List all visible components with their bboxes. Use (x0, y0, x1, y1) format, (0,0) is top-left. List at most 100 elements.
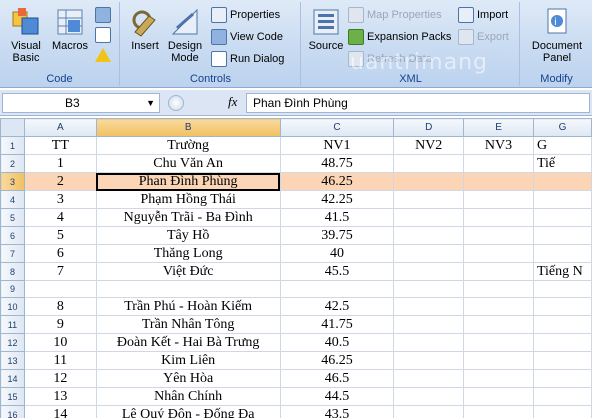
cell-c3[interactable]: 46.25 (279, 172, 395, 191)
cell-c8[interactable]: 45.5 (279, 262, 395, 281)
cell-g14[interactable] (532, 369, 592, 388)
cell-a15[interactable]: 13 (23, 387, 97, 406)
relative-references-button[interactable] (95, 26, 114, 44)
cell-g1[interactable]: G (532, 136, 592, 155)
row-header[interactable]: 4 (0, 190, 25, 209)
expand-icon[interactable] (168, 95, 184, 111)
cell-b15[interactable]: Nhân Chính (95, 387, 281, 406)
column-header-d[interactable]: D (393, 118, 465, 137)
cell-d9[interactable] (393, 280, 465, 298)
cell-e10[interactable] (463, 297, 534, 316)
cell-a14[interactable]: 12 (23, 369, 97, 388)
cell-b10[interactable]: Trần Phú - Hoàn Kiếm (95, 297, 281, 316)
cell-d16[interactable] (393, 405, 465, 418)
cell-d15[interactable] (393, 387, 465, 406)
cell-e1[interactable]: NV3 (463, 136, 534, 155)
view-code-button[interactable]: View Code (211, 28, 283, 46)
cell-b11[interactable]: Trần Nhân Tông (95, 315, 281, 334)
column-header-e[interactable]: E (463, 118, 534, 137)
cell-d12[interactable] (393, 333, 465, 352)
cell-d4[interactable] (393, 190, 465, 209)
cell-a16[interactable]: 14 (23, 405, 97, 418)
insert-function-button[interactable]: fx (228, 94, 237, 110)
column-header-a[interactable]: A (23, 118, 97, 137)
cell-c12[interactable]: 40.5 (279, 333, 395, 352)
macros-button[interactable]: Macros (50, 6, 90, 52)
formula-input[interactable]: Phan Đình Phùng (246, 93, 590, 113)
cell-c15[interactable]: 44.5 (279, 387, 395, 406)
cell-g4[interactable] (532, 190, 592, 209)
source-button[interactable]: Source (306, 6, 346, 52)
row-header[interactable]: 9 (0, 280, 25, 298)
row-header[interactable]: 5 (0, 208, 25, 227)
cell-g2[interactable]: Tiế (532, 154, 592, 173)
row-header[interactable]: 16 (0, 405, 25, 418)
cell-e8[interactable] (463, 262, 534, 281)
export-button[interactable]: Export (458, 28, 509, 46)
cell-d14[interactable] (393, 369, 465, 388)
expansion-packs-button[interactable]: Expansion Packs (348, 28, 451, 46)
column-header-c[interactable]: C (279, 118, 395, 137)
cell-d13[interactable] (393, 351, 465, 370)
cell-a12[interactable]: 10 (23, 333, 97, 352)
cell-d2[interactable] (393, 154, 465, 173)
cell-c16[interactable]: 43.5 (279, 405, 395, 418)
cell-c4[interactable]: 42.25 (279, 190, 395, 209)
cell-d3[interactable] (393, 172, 465, 191)
cell-c1[interactable]: NV1 (279, 136, 395, 155)
cell-g12[interactable] (532, 333, 592, 352)
cell-g10[interactable] (532, 297, 592, 316)
cell-g16[interactable] (532, 405, 592, 418)
cell-b14[interactable]: Yên Hòa (95, 369, 281, 388)
cell-g11[interactable] (532, 315, 592, 334)
select-all-corner[interactable] (0, 118, 25, 137)
cell-a1[interactable]: TT (23, 136, 97, 155)
row-header[interactable]: 2 (0, 154, 25, 173)
cell-c14[interactable]: 46.5 (279, 369, 395, 388)
cell-g8[interactable]: Tiếng N (532, 262, 592, 281)
visual-basic-button[interactable]: Visual Basic (6, 6, 46, 64)
cell-d6[interactable] (393, 226, 465, 245)
cell-e16[interactable] (463, 405, 534, 418)
cell-e12[interactable] (463, 333, 534, 352)
properties-button[interactable]: Properties (211, 6, 280, 24)
cell-g6[interactable] (532, 226, 592, 245)
cell-b16[interactable]: Lê Quý Đôn - Đống Đa (95, 405, 281, 418)
column-header-b[interactable]: B (95, 118, 281, 137)
cell-a11[interactable]: 9 (23, 315, 97, 334)
cell-b4[interactable]: Phạm Hồng Thái (95, 190, 281, 209)
cell-c11[interactable]: 41.75 (279, 315, 395, 334)
cell-e14[interactable] (463, 369, 534, 388)
cell-g9[interactable] (532, 280, 592, 298)
row-header[interactable]: 3 (0, 172, 25, 191)
cell-g3[interactable] (532, 172, 592, 191)
design-mode-button[interactable]: Design Mode (165, 6, 205, 64)
cell-a3[interactable]: 2 (23, 172, 97, 191)
cell-b1[interactable]: Trường (95, 136, 281, 155)
cell-a7[interactable]: 6 (23, 244, 97, 263)
import-button[interactable]: Import (458, 6, 508, 24)
cell-a10[interactable]: 8 (23, 297, 97, 316)
cell-c7[interactable]: 40 (279, 244, 395, 263)
cell-c10[interactable]: 42.5 (279, 297, 395, 316)
cell-c9[interactable] (279, 280, 395, 298)
cell-b6[interactable]: Tây Hồ (95, 226, 281, 245)
cell-g7[interactable] (532, 244, 592, 263)
document-panel-button[interactable]: i Document Panel (525, 6, 589, 64)
cell-c6[interactable]: 39.75 (279, 226, 395, 245)
cell-e13[interactable] (463, 351, 534, 370)
cell-e6[interactable] (463, 226, 534, 245)
cell-d10[interactable] (393, 297, 465, 316)
cell-e9[interactable] (463, 280, 534, 298)
cell-d5[interactable] (393, 208, 465, 227)
cell-g5[interactable] (532, 208, 592, 227)
row-header[interactable]: 14 (0, 369, 25, 388)
cell-e3[interactable] (463, 172, 534, 191)
cell-a6[interactable]: 5 (23, 226, 97, 245)
cell-a4[interactable]: 3 (23, 190, 97, 209)
row-header[interactable]: 10 (0, 297, 25, 316)
run-dialog-button[interactable]: Run Dialog (211, 50, 284, 68)
cell-b9[interactable] (95, 280, 281, 298)
cell-b7[interactable]: Thăng Long (95, 244, 281, 263)
cell-c13[interactable]: 46.25 (279, 351, 395, 370)
